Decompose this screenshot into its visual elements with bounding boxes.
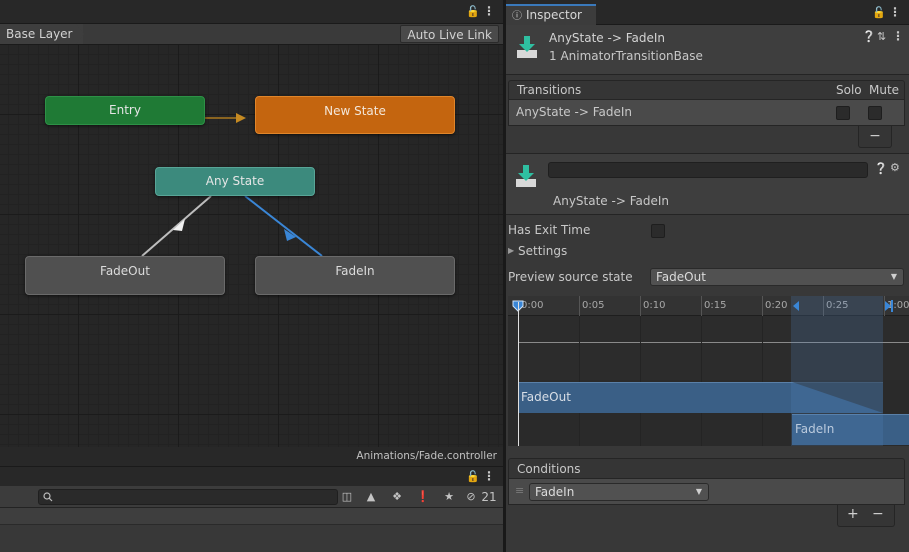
auto-live-link-button[interactable]: Auto Live Link: [400, 25, 499, 43]
search-input[interactable]: [38, 489, 338, 505]
add-condition-button[interactable]: +: [847, 506, 859, 522]
has-exit-time-checkbox[interactable]: [651, 224, 665, 238]
chevron-down-icon: ▼: [890, 272, 897, 281]
conditions-list-header: Conditions: [508, 458, 905, 479]
transition-list-item[interactable]: AnyState -> FadeIn: [508, 100, 905, 126]
transition-header: ❔ ⚙ AnyState -> FadeIn: [506, 153, 909, 215]
foldout-arrow-icon[interactable]: ▶: [508, 246, 514, 255]
transition-timeline[interactable]: 0:00 0:05 0:10 0:15 0:20 0:25 1:00 FadeO…: [508, 296, 909, 446]
more-options-icon[interactable]: ⋮: [890, 29, 906, 43]
search-icon: [43, 492, 53, 502]
preview-source-dropdown[interactable]: FadeOut ▼: [650, 268, 904, 286]
solo-column-label: Solo: [836, 83, 862, 97]
condition-parameter-dropdown[interactable]: FadeIn ▼: [529, 483, 709, 501]
more-options-icon[interactable]: ⋮: [481, 469, 497, 483]
transition-start-handle-icon[interactable]: [792, 300, 802, 312]
info-icon: ⓘ: [512, 11, 522, 22]
controller-path-bar: Animations/Fade.controller: [0, 447, 503, 466]
playhead[interactable]: [518, 302, 519, 446]
drag-handle-icon[interactable]: ≡: [515, 484, 524, 497]
fadein-state-node[interactable]: FadeIn: [255, 256, 455, 295]
transition-arrow-icon: [236, 113, 246, 123]
transition-anystate-fadein[interactable]: [244, 195, 323, 257]
transition-label: AnyState -> FadeIn: [553, 194, 669, 208]
transition-anystate-fadeout[interactable]: [141, 195, 212, 257]
preview-source-label: Preview source state: [508, 270, 633, 284]
transition-item-label: AnyState -> FadeIn: [516, 105, 632, 119]
visibility-icon[interactable]: ⊘: [465, 489, 477, 505]
breadcrumb-base-layer[interactable]: Base Layer: [0, 24, 83, 44]
mute-checkbox[interactable]: [868, 106, 882, 120]
breadcrumb-arrow: [76, 24, 84, 44]
settings-foldout[interactable]: Settings: [518, 244, 567, 258]
controller-path: Animations/Fade.controller: [356, 450, 497, 462]
transition-blend-region[interactable]: [791, 296, 883, 446]
solo-checkbox[interactable]: [836, 106, 850, 120]
animator-tab-bar: 🔓 ⋮: [0, 0, 503, 24]
transition-name-field[interactable]: [548, 162, 868, 178]
lock-icon[interactable]: 🔓: [466, 470, 480, 483]
chevron-down-icon: ▼: [695, 487, 702, 496]
transition-icon: [516, 165, 536, 187]
type-filter-icon[interactable]: ▲: [362, 489, 380, 505]
new-state-node[interactable]: New State: [255, 96, 455, 134]
state-machine-graph[interactable]: Entry New State Any State FadeOut FadeIn: [0, 45, 503, 447]
condition-parameter-value: FadeIn: [535, 485, 575, 499]
inspector-tab-bar: ⓘ Inspector 🔓 ⋮: [506, 0, 909, 25]
transitions-heading: Transitions: [517, 83, 582, 97]
bottom-toolbar: ◫ ▲ ❖ ❗ ★ ⊘ 21: [0, 486, 503, 508]
conditions-heading: Conditions: [517, 462, 581, 476]
animator-window: 🔓 ⋮ Base Layer Auto Live Link Entry New …: [0, 0, 503, 466]
header-title: AnyState -> FadeIn: [549, 31, 665, 45]
presets-icon[interactable]: ⇅: [877, 30, 886, 43]
more-options-icon[interactable]: ⋮: [481, 4, 497, 18]
label-filter-icon[interactable]: ❖: [388, 489, 406, 505]
has-exit-time-label: Has Exit Time: [508, 223, 591, 237]
remove-condition-button[interactable]: −: [872, 506, 884, 522]
hidden-count: 21: [481, 490, 497, 504]
conditions-list: Conditions ≡ FadeIn ▼ + −: [508, 458, 905, 527]
any-state-node[interactable]: Any State: [155, 167, 315, 196]
help-icon[interactable]: ❔: [862, 30, 876, 43]
transitions-list-header: Transitions Solo Mute: [508, 80, 905, 100]
transition-end-handle-icon[interactable]: [883, 300, 893, 312]
favorite-icon[interactable]: ★: [440, 489, 458, 505]
transition-arrow-icon: [173, 219, 185, 231]
lock-icon[interactable]: 🔓: [466, 5, 480, 18]
entry-node[interactable]: Entry: [45, 96, 205, 125]
conditions-footer: + −: [837, 505, 895, 527]
lock-icon[interactable]: 🔓: [872, 6, 886, 19]
transition-icon: [517, 36, 537, 58]
animator-toolbar: Base Layer Auto Live Link: [0, 24, 503, 45]
fadeout-state-node[interactable]: FadeOut: [25, 256, 225, 295]
bottom-list-row[interactable]: [0, 508, 503, 525]
header-subtitle: 1 AnimatorTransitionBase: [549, 49, 703, 63]
bottom-panel: 🔓 ⋮ ◫ ▲ ❖ ❗ ★ ⊘ 21: [0, 466, 503, 552]
tab-inspector-label: Inspector: [526, 8, 582, 22]
settings-gear-icon[interactable]: ⚙: [890, 161, 900, 174]
scene-icon[interactable]: ◫: [338, 489, 356, 505]
condition-item[interactable]: ≡ FadeIn ▼: [508, 479, 905, 505]
more-options-icon[interactable]: ⋮: [887, 5, 903, 19]
bottom-tab-bar: 🔓 ⋮: [0, 467, 503, 486]
transitions-list: Transitions Solo Mute AnyState -> FadeIn…: [508, 80, 905, 148]
help-icon[interactable]: ❔: [874, 162, 888, 175]
tab-inspector[interactable]: ⓘ Inspector: [506, 4, 596, 25]
mute-column-label: Mute: [869, 83, 900, 97]
inspector-header: AnyState -> FadeIn 1 AnimatorTransitionB…: [506, 25, 909, 75]
warning-icon[interactable]: ❗: [414, 489, 432, 505]
inspector-window: ⓘ Inspector 🔓 ⋮ AnyState -> FadeIn 1 Anim…: [506, 0, 909, 552]
preview-source-value: FadeOut: [656, 270, 706, 284]
remove-transition-button[interactable]: −: [858, 126, 892, 148]
